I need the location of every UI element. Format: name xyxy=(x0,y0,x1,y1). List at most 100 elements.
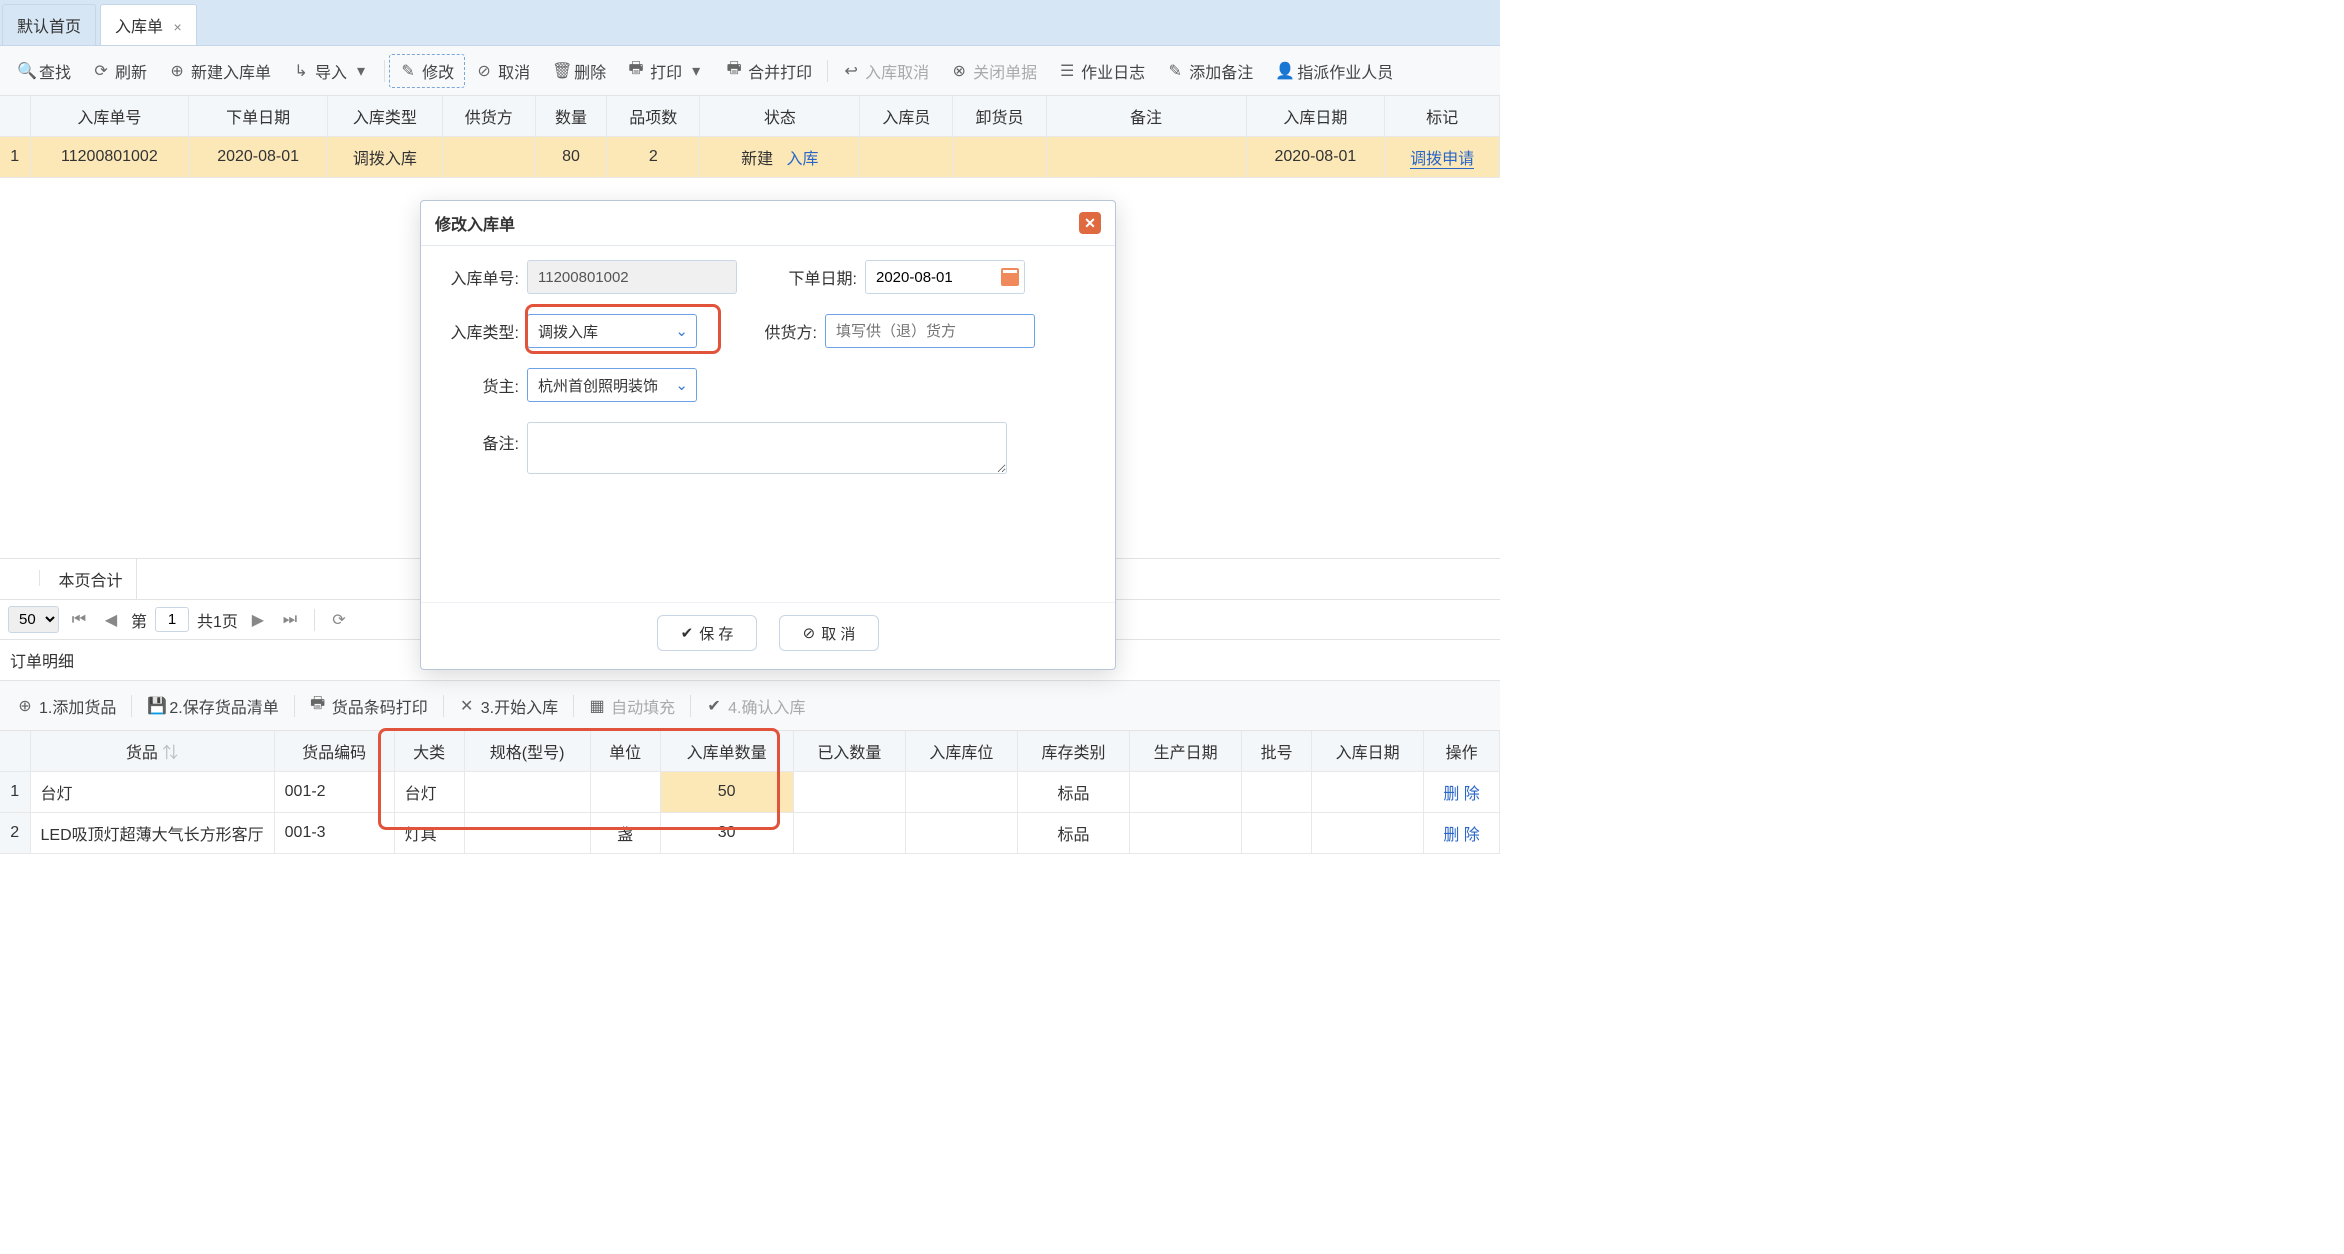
detail-row[interactable]: 2LED吸顶灯超薄大气长方形客厅001-3灯具盏30标品删 除 xyxy=(0,813,1500,854)
dcol-stocktype[interactable]: 库存类别 xyxy=(1017,731,1129,772)
plus-icon: ⊕ xyxy=(17,696,33,716)
page-number-input[interactable] xyxy=(155,607,189,632)
type-label: 入库类型: xyxy=(439,319,519,343)
table-row[interactable]: 1 11200801002 2020-08-01 调拨入库 80 2 新建 入库… xyxy=(0,137,1500,178)
delete-button[interactable]: 🗑删除 xyxy=(541,54,617,88)
cell-indate xyxy=(1312,772,1424,813)
pencil-icon: ✎ xyxy=(1167,61,1183,81)
add-goods-button[interactable]: ⊕1.添加货品 xyxy=(6,689,127,723)
dcol-op[interactable]: 操作 xyxy=(1424,731,1500,772)
cell-inuser xyxy=(860,137,953,178)
row-delete-link[interactable]: 删 除 xyxy=(1443,827,1479,844)
dcol-doneqty[interactable]: 已入数量 xyxy=(793,731,905,772)
merge-print-button[interactable]: 🖶合并打印 xyxy=(715,52,823,89)
dcol-cat[interactable]: 大类 xyxy=(394,731,464,772)
close-icon[interactable]: × xyxy=(173,19,181,35)
page-refresh-button[interactable]: ⟳ xyxy=(327,608,351,632)
edit-dialog: 修改入库单 ✕ 入库单号: 下单日期: 入库类型: 调拨入库 ⌄ 供货方: xyxy=(420,200,1116,670)
tab-home[interactable]: 默认首页 xyxy=(2,4,96,45)
cell-no: 11200801002 xyxy=(30,137,189,178)
remark-textarea[interactable] xyxy=(527,422,1007,474)
mark-link[interactable]: 调拨申请 xyxy=(1410,151,1474,169)
page-total-label: 共1页 xyxy=(197,608,238,632)
refresh-button[interactable]: ⟳刷新 xyxy=(82,54,158,88)
barcode-print-button[interactable]: 🖶货品条码打印 xyxy=(299,687,439,724)
dialog-save-button[interactable]: ✔保 存 xyxy=(657,615,757,651)
dialog-cancel-button[interactable]: ⊘取 消 xyxy=(779,615,879,651)
no-label: 入库单号: xyxy=(439,265,519,289)
dcol-proddate[interactable]: 生产日期 xyxy=(1130,731,1242,772)
confirm-in-button: ✔4.确认入库 xyxy=(695,689,816,723)
tab-current[interactable]: 入库单 × xyxy=(100,4,197,45)
print-button[interactable]: 🖶打印▾ xyxy=(617,52,715,89)
import-button[interactable]: ↳导入▾ xyxy=(282,54,380,88)
detail-toolbar: ⊕1.添加货品 💾2.保存货品清单 🖶货品条码打印 ✕3.开始入库 ▦自动填充 … xyxy=(0,681,1500,731)
col-no[interactable]: 入库单号 xyxy=(30,96,189,137)
page-prev-button[interactable]: ◀ xyxy=(99,608,123,632)
log-button[interactable]: ☰作业日志 xyxy=(1048,54,1156,88)
col-type[interactable]: 入库类型 xyxy=(327,96,442,137)
plus-icon: ⊕ xyxy=(169,61,185,81)
col-qty[interactable]: 数量 xyxy=(535,96,607,137)
cell-stocktype: 标品 xyxy=(1017,772,1129,813)
dcol-code[interactable]: 货品编码 xyxy=(274,731,394,772)
detail-row[interactable]: 1台灯001-2台灯50标品删 除 xyxy=(0,772,1500,813)
dcol-batch[interactable]: 批号 xyxy=(1242,731,1312,772)
status-link[interactable]: 入库 xyxy=(787,151,819,168)
col-remark[interactable]: 备注 xyxy=(1046,96,1246,137)
dcol-inqty[interactable]: 入库单数量 xyxy=(660,731,793,772)
cancel-icon: ⊘ xyxy=(476,61,492,81)
calendar-icon[interactable] xyxy=(1001,268,1019,286)
dialog-close-button[interactable]: ✕ xyxy=(1079,212,1101,234)
cell-loc xyxy=(905,772,1017,813)
dialog-header[interactable]: 修改入库单 ✕ xyxy=(421,201,1115,246)
tab-bar: 默认首页 入库单 × xyxy=(0,0,1500,46)
col-mark[interactable]: 标记 xyxy=(1385,96,1500,137)
col-sku[interactable]: 品项数 xyxy=(607,96,700,137)
cell-proddate xyxy=(1130,772,1242,813)
type-select[interactable]: 调拨入库 ⌄ xyxy=(527,314,697,348)
cell-loc xyxy=(905,813,1017,854)
owner-label: 货主: xyxy=(439,373,519,397)
save-goods-button[interactable]: 💾2.保存货品清单 xyxy=(136,689,289,723)
col-supplier[interactable]: 供货方 xyxy=(442,96,535,137)
owner-select[interactable]: 杭州首创照明装饰 ⌄ xyxy=(527,368,697,402)
printer-icon: 🖶 xyxy=(628,57,644,84)
col-inuser[interactable]: 入库员 xyxy=(860,96,953,137)
cell-unload xyxy=(953,137,1046,178)
dcol-goods[interactable]: 货品 ⇅ xyxy=(30,731,274,772)
add-remark-button[interactable]: ✎添加备注 xyxy=(1156,54,1264,88)
status-text: 新建 xyxy=(741,151,773,168)
page-last-button[interactable]: ⏭ xyxy=(278,608,302,632)
dcol-spec[interactable]: 规格(型号) xyxy=(464,731,590,772)
separator xyxy=(384,60,385,82)
page-next-button[interactable]: ▶ xyxy=(246,608,270,632)
page-sum-label: 本页合计 xyxy=(44,559,137,599)
supplier-input[interactable] xyxy=(825,314,1035,348)
cell-rownum: 2 xyxy=(0,813,30,854)
cell-stocktype: 标品 xyxy=(1017,813,1129,854)
cell-inqty[interactable]: 50 xyxy=(660,772,793,813)
dcol-indate[interactable]: 入库日期 xyxy=(1312,731,1424,772)
page-size-select[interactable]: 50 xyxy=(8,606,59,633)
dcol-loc[interactable]: 入库库位 xyxy=(905,731,1017,772)
cell-inqty[interactable]: 30 xyxy=(660,813,793,854)
new-button[interactable]: ⊕新建入库单 xyxy=(158,54,282,88)
dcol-unit[interactable]: 单位 xyxy=(590,731,660,772)
cell-unit: 盏 xyxy=(590,813,660,854)
page-first-button[interactable]: ⏮ xyxy=(67,608,91,632)
col-orderdate[interactable]: 下单日期 xyxy=(189,96,328,137)
detail-table-wrap: 货品 ⇅ 货品编码 大类 规格(型号) 单位 入库单数量 已入数量 入库库位 库… xyxy=(0,731,1500,854)
row-delete-link[interactable]: 删 除 xyxy=(1443,786,1479,803)
cell-type: 调拨入库 xyxy=(327,137,442,178)
edit-button[interactable]: ✎修改 xyxy=(389,54,465,88)
col-status[interactable]: 状态 xyxy=(700,96,860,137)
assign-button[interactable]: 👤指派作业人员 xyxy=(1264,54,1404,88)
start-in-button[interactable]: ✕3.开始入库 xyxy=(448,689,569,723)
cancel-button[interactable]: ⊘取消 xyxy=(465,54,541,88)
col-indate[interactable]: 入库日期 xyxy=(1246,96,1385,137)
grid-icon: ▦ xyxy=(589,696,605,716)
col-unload[interactable]: 卸货员 xyxy=(953,96,1046,137)
cell-orderdate: 2020-08-01 xyxy=(189,137,328,178)
find-button[interactable]: 🔍查找 xyxy=(6,54,82,88)
